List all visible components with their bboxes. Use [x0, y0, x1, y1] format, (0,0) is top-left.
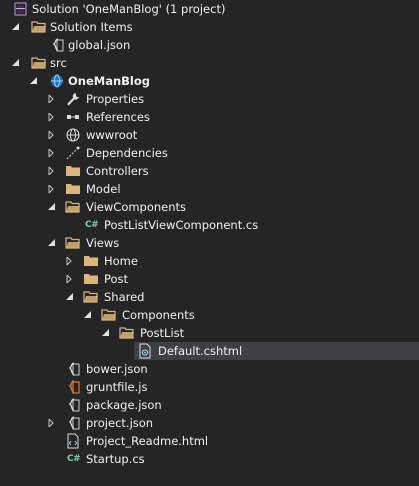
- tree-item-post[interactable]: Post: [0, 270, 419, 288]
- folder-open-icon: [65, 199, 81, 215]
- tree-item-home[interactable]: Home: [0, 252, 419, 270]
- tree-item-solution[interactable]: Solution 'OneManBlog' (1 project): [0, 0, 419, 18]
- expanded-arrow-icon[interactable]: [100, 324, 112, 342]
- tree-item-label: Properties: [86, 92, 145, 106]
- tree-item-properties[interactable]: Properties: [0, 90, 419, 108]
- tree-item-wwwroot[interactable]: wwwroot: [0, 126, 419, 144]
- expanded-arrow-icon[interactable]: [46, 234, 58, 252]
- tree-item-label: Shared: [104, 290, 145, 304]
- tree-item-project-readme[interactable]: Project_Readme.html: [0, 432, 419, 450]
- collapsed-arrow-icon[interactable]: [46, 180, 58, 198]
- folder-open-icon: [31, 55, 47, 71]
- folder-open-icon: [31, 19, 47, 35]
- expanded-arrow-icon[interactable]: [82, 306, 94, 324]
- references-icon: [65, 109, 81, 125]
- tree-item-label: PostListViewComponent.cs: [104, 218, 259, 232]
- grunt-file-icon: [65, 379, 81, 395]
- csharp-file-icon: C#: [67, 454, 81, 464]
- tree-item-package-json[interactable]: package.json: [0, 396, 419, 414]
- tree-item-label: Project_Readme.html: [86, 434, 209, 448]
- tree-item-bower-json[interactable]: bower.json: [0, 360, 419, 378]
- collapsed-arrow-icon[interactable]: [64, 270, 76, 288]
- tree-item-label: ViewComponents: [86, 200, 187, 214]
- tree-item-default-cshtml[interactable]: Default.cshtml: [134, 342, 419, 360]
- expanded-arrow-icon[interactable]: [28, 72, 40, 90]
- globe-icon: [65, 127, 81, 143]
- expanded-arrow-icon[interactable]: [10, 18, 22, 36]
- tree-item-label: global.json: [68, 38, 131, 52]
- solution-icon: [13, 1, 29, 17]
- folder-icon: [83, 253, 99, 269]
- tree-item-label: Model: [86, 182, 121, 196]
- tree-item-label: bower.json: [86, 362, 148, 376]
- tree-item-label: Views: [86, 236, 120, 250]
- expanded-arrow-icon[interactable]: [10, 54, 22, 72]
- tree-item-startup-cs[interactable]: C# Startup.cs: [0, 450, 419, 468]
- wrench-icon: [65, 91, 81, 107]
- tree-item-shared[interactable]: Shared: [0, 288, 419, 306]
- collapsed-arrow-icon[interactable]: [64, 252, 76, 270]
- tree-item-label: Controllers: [86, 164, 149, 178]
- tree-item-components[interactable]: Components: [0, 306, 419, 324]
- tree-item-label: References: [86, 110, 150, 124]
- tree-item-label: gruntfile.js: [86, 380, 148, 394]
- expanded-arrow-icon[interactable]: [46, 198, 58, 216]
- dependencies-icon: [65, 145, 81, 161]
- tree-item-project[interactable]: OneManBlog: [0, 72, 419, 90]
- razor-file-icon: [137, 343, 153, 359]
- tree-item-project-json[interactable]: project.json: [0, 414, 419, 432]
- tree-item-model[interactable]: Model: [0, 180, 419, 198]
- collapsed-arrow-icon[interactable]: [46, 108, 58, 126]
- folder-open-icon: [83, 289, 99, 305]
- collapsed-arrow-icon[interactable]: [46, 162, 58, 180]
- tree-item-controllers[interactable]: Controllers: [0, 162, 419, 180]
- tree-item-views[interactable]: Views: [0, 234, 419, 252]
- tree-item-viewcomponents[interactable]: ViewComponents: [0, 198, 419, 216]
- tree-item-label: package.json: [86, 398, 162, 412]
- tree-item-references[interactable]: References: [0, 108, 419, 126]
- tree-item-label: Default.cshtml: [158, 344, 243, 358]
- folder-icon: [65, 181, 81, 197]
- folder-open-icon: [119, 325, 135, 341]
- collapsed-arrow-icon[interactable]: [46, 144, 58, 162]
- tree-item-label: Dependencies: [86, 146, 168, 160]
- collapsed-arrow-icon[interactable]: [46, 414, 58, 432]
- collapsed-arrow-icon[interactable]: [46, 90, 58, 108]
- tree-item-label: Solution Items: [50, 20, 133, 34]
- tree-item-dependencies[interactable]: Dependencies: [0, 144, 419, 162]
- collapsed-arrow-icon[interactable]: [46, 126, 58, 144]
- tree-item-label: Solution 'OneManBlog' (1 project): [32, 2, 226, 16]
- json-file-icon: [65, 397, 81, 413]
- web-project-icon: [49, 73, 65, 89]
- json-file-icon: [65, 415, 81, 431]
- tree-item-label: Post: [104, 272, 129, 286]
- json-file-icon: [65, 361, 81, 377]
- folder-icon: [83, 271, 99, 287]
- tree-item-gruntfile-js[interactable]: gruntfile.js: [0, 378, 419, 396]
- tree-item-label: OneManBlog: [68, 74, 150, 88]
- tree-item-global-json[interactable]: global.json: [0, 36, 419, 54]
- tree-item-solution-items[interactable]: Solution Items: [0, 18, 419, 36]
- tree-item-label: src: [50, 56, 67, 70]
- tree-item-postlist[interactable]: PostList: [0, 324, 419, 342]
- csharp-file-icon: C#: [85, 220, 99, 230]
- tree-item-label: PostList: [140, 326, 185, 340]
- folder-icon: [65, 163, 81, 179]
- tree-item-label: Home: [104, 254, 138, 268]
- tree-item-label: Startup.cs: [86, 452, 145, 466]
- html-file-icon: [65, 433, 81, 449]
- expanded-arrow-icon[interactable]: [64, 288, 76, 306]
- folder-open-icon: [101, 307, 117, 323]
- tree-item-postlistviewcomponent[interactable]: C# PostListViewComponent.cs: [0, 216, 419, 234]
- tree-item-label: Components: [122, 308, 195, 322]
- tree-item-label: project.json: [86, 416, 154, 430]
- folder-open-icon: [65, 235, 81, 251]
- tree-item-src[interactable]: src: [0, 54, 419, 72]
- json-file-icon: [49, 37, 65, 53]
- solution-explorer-tree: Solution 'OneManBlog' (1 project) Soluti…: [0, 0, 419, 486]
- tree-item-label: wwwroot: [86, 128, 138, 142]
